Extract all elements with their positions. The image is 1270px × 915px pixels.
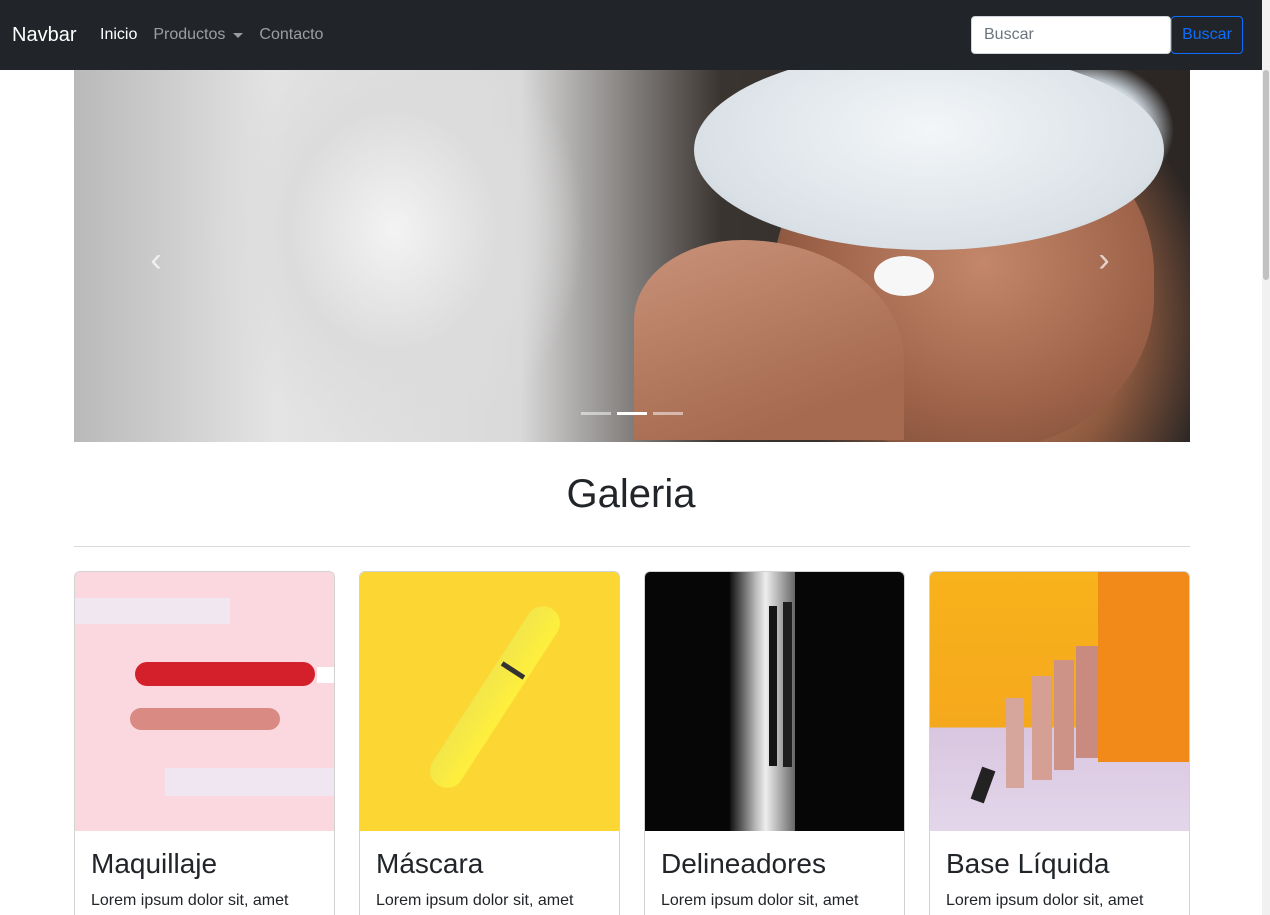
gallery-title: Galeria [566,472,696,516]
divider [74,546,1190,547]
card-text: Lorem ipsum dolor sit, amet [946,892,1144,909]
card-text: Lorem ipsum dolor sit, amet [376,892,574,909]
navbar-brand[interactable]: Navbar [12,23,76,47]
nav-links: Inicio Productos Contacto [100,25,323,45]
nav-link-inicio[interactable]: Inicio [100,25,137,45]
product-card: Maquillaje Lorem ipsum dolor sit, amet [74,571,335,915]
card-image-liquid-foundation [930,572,1189,831]
search-input[interactable] [971,16,1171,54]
card-title: Máscara [376,848,484,879]
search-button[interactable]: Buscar [1171,16,1243,54]
nav-link-contacto[interactable]: Contacto [259,25,323,45]
navbar: Navbar Inicio Productos Contacto Buscar [0,0,1262,70]
chevron-right-icon[interactable]: › [1094,240,1114,280]
scrollbar[interactable] [1262,0,1270,915]
carousel-indicator-3[interactable] [653,412,683,415]
nav-link-productos[interactable]: Productos [153,25,244,45]
caret-down-icon [233,32,244,38]
card-image-makeup [75,572,334,831]
product-card: Delineadores Lorem ipsum dolor sit, amet [644,571,905,915]
card-text: Lorem ipsum dolor sit, amet [661,892,859,909]
carousel-indicators [581,412,683,415]
carousel-image-cream [874,256,934,296]
product-card: Máscara Lorem ipsum dolor sit, amet [359,571,620,915]
chevron-left-icon[interactable]: ‹ [146,240,166,280]
carousel-indicator-1[interactable] [581,412,611,415]
scrollbar-thumb[interactable] [1263,70,1269,280]
card-title: Base Líquida [946,848,1110,879]
nav-link-productos-label: Productos [153,26,226,43]
card-title: Maquillaje [91,848,218,879]
card-image-mascara [360,572,619,831]
product-card: Base Líquida Lorem ipsum dolor sit, amet [929,571,1190,915]
carousel-indicator-2[interactable] [617,412,647,415]
card-image-eyeliner [645,572,904,831]
card-title: Delineadores [661,848,826,879]
hero-carousel: ‹ › [74,70,1190,442]
card-text: Lorem ipsum dolor sit, amet [91,892,289,909]
